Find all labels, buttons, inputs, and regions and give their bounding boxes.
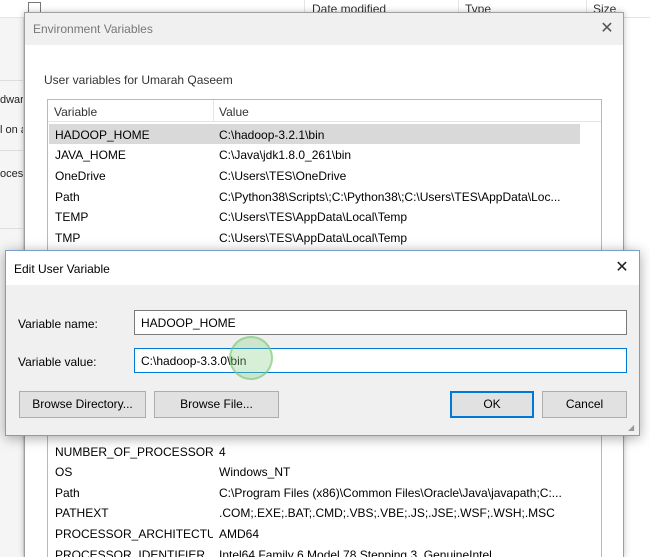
variable-name-input[interactable]: HADOOP_HOME [134,310,627,335]
left-fragment: dwar [0,94,24,106]
variable-value: Intel64 Family 6 Model 78 Stepping 3, Ge… [219,548,492,557]
cancel-button[interactable]: Cancel [542,391,627,418]
table-row[interactable]: OS Windows_NT [49,461,580,481]
close-icon[interactable]: ✕ [612,258,632,278]
variable-value: C:\hadoop-3.2.1\bin [219,128,325,142]
table-row[interactable]: PROCESSOR_IDENTIFIER Intel64 Family 6 Mo… [49,544,580,557]
left-fragment: l on a [0,124,23,136]
dialog-titlebar: Edit User Variable ✕ [6,251,639,285]
table-row[interactable]: PROCESSOR_ARCHITECTU... AMD64 [49,523,580,543]
variable-name-label: Variable name: [18,317,98,331]
close-icon[interactable]: ✕ [597,19,617,39]
table-row-hadoop-home[interactable]: HADOOP_HOME C:\hadoop-3.2.1\bin [49,124,580,144]
ok-button[interactable]: OK [450,391,534,418]
variable-value: C:\Python38\Scripts\;C:\Python38\;C:\Use… [219,190,561,204]
vertical-scrollbar[interactable]: ▼ [601,432,602,557]
left-fragment: ocess [0,168,24,180]
browse-directory-button[interactable]: Browse Directory... [19,391,146,418]
column-variable[interactable]: Variable [54,105,97,119]
table-row[interactable]: Path C:\Program Files (x86)\Common Files… [49,482,580,502]
variable-name: PROCESSOR_IDENTIFIER [55,548,206,557]
user-variables-list[interactable]: Variable Value HADOOP_HOME C:\hadoop-3.2… [47,99,602,259]
variable-name: JAVA_HOME [55,148,126,162]
variable-value: 4 [219,445,226,459]
variable-value: C:\Users\TES\OneDrive [219,169,347,183]
variable-value: .COM;.EXE;.BAT;.CMD;.VBS;.VBE;.JS;.JSE;.… [219,506,555,520]
browse-file-button[interactable]: Browse File... [154,391,279,418]
panel-divider [0,80,23,81]
panel-divider [0,150,23,151]
edit-user-variable-dialog: Edit User Variable ✕ Variable name: HADO… [5,250,640,436]
variable-value: Windows_NT [219,465,291,479]
table-row[interactable]: PATHEXT .COM;.EXE;.BAT;.CMD;.VBS;.VBE;.J… [49,502,580,522]
variable-value-label: Variable value: [18,355,97,369]
variable-value: C:\Users\TES\AppData\Local\Temp [219,210,408,224]
cursor-highlight [229,336,273,380]
list-header: Variable Value [48,100,601,122]
table-row[interactable]: TEMP C:\Users\TES\AppData\Local\Temp [49,206,580,226]
column-separator [213,100,214,122]
variable-value-input[interactable]: C:\hadoop-3.3.0\bin [134,348,627,373]
variable-name: Path [55,486,80,500]
dialog-title: Edit User Variable [14,262,110,276]
variable-name: PROCESSOR_ARCHITECTU... [55,527,213,541]
table-row[interactable]: NUMBER_OF_PROCESSORS 4 [49,441,580,461]
variable-name: PATHEXT [55,506,109,520]
panel-divider [0,228,23,229]
user-variables-label: User variables for Umarah Qaseem [44,73,233,87]
variable-value: C:\Java\jdk1.8.0_261\bin [219,148,352,162]
variable-name: Path [55,190,80,204]
system-variables-list[interactable]: NUMBER_OF_PROCESSORS 4 OS Windows_NT Pat… [47,431,602,557]
variable-name: OneDrive [55,169,106,183]
table-row[interactable]: TMP C:\Users\TES\AppData\Local\Temp [49,227,580,247]
resize-grip-icon[interactable]: ◢ [628,423,638,433]
table-row[interactable]: OneDrive C:\Users\TES\OneDrive [49,165,580,185]
variable-value: AMD64 [219,527,260,541]
variable-name: OS [55,465,73,479]
column-value[interactable]: Value [219,105,249,119]
variable-name: TEMP [55,210,89,224]
variable-value: C:\Users\TES\AppData\Local\Temp [219,231,408,245]
variable-name: HADOOP_HOME [55,128,150,142]
variable-name: NUMBER_OF_PROCESSORS [55,445,213,459]
table-row[interactable]: Path C:\Python38\Scripts\;C:\Python38\;C… [49,186,580,206]
variable-value: C:\Program Files (x86)\Common Files\Orac… [219,486,562,500]
dialog-title: Environment Variables [33,22,153,36]
variable-name: TMP [55,231,81,245]
table-row[interactable]: JAVA_HOME C:\Java\jdk1.8.0_261\bin [49,144,580,164]
